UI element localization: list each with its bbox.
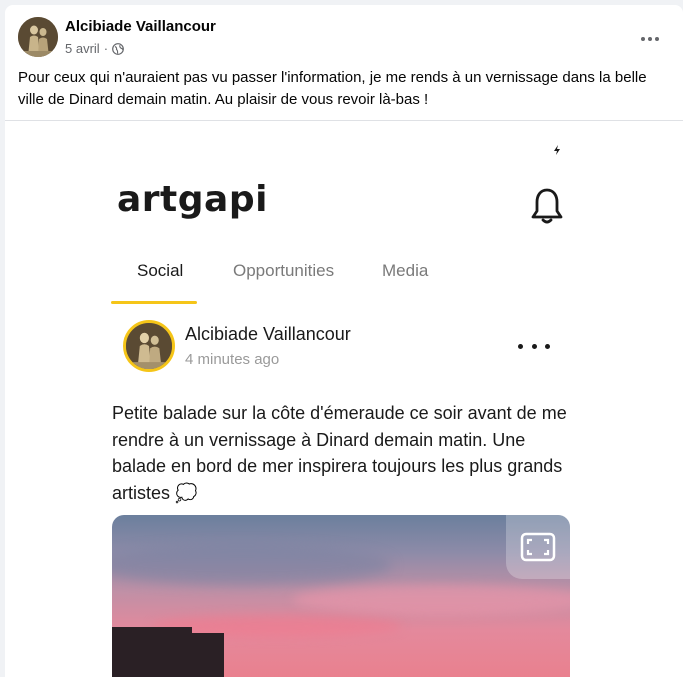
author-name[interactable]: Alcibiade Vaillancour — [65, 18, 216, 35]
globe-icon[interactable] — [112, 42, 124, 55]
more-horizontal-icon — [641, 37, 645, 41]
statue-image — [18, 17, 58, 57]
meta-separator: · — [103, 41, 109, 56]
sunset-photo — [112, 515, 570, 677]
tab-media: Media — [382, 261, 429, 280]
building-silhouette — [112, 627, 224, 677]
shared-screenshot[interactable]: artgapi Social Opportunities Media Alcib… — [5, 121, 683, 677]
statue-image — [126, 323, 172, 369]
app-author-avatar — [123, 320, 175, 372]
app-post-text: Petite balade sur la côte d'émeraude ce … — [112, 403, 567, 503]
post-header: Alcibiade Vaillancour 5 avril · — [18, 17, 668, 61]
tab-opportunities: Opportunities — [233, 261, 335, 280]
flash-icon — [554, 145, 560, 155]
more-horizontal-icon — [518, 344, 550, 352]
app-post-time: 4 minutes ago — [185, 351, 280, 368]
app-author-name: Alcibiade Vaillancour — [185, 324, 351, 344]
author-avatar[interactable] — [18, 17, 58, 57]
post-meta: 5 avril · — [65, 41, 124, 56]
facebook-post: Alcibiade Vaillancour 5 avril · Pour ceu… — [5, 5, 683, 677]
expand-button — [506, 515, 570, 579]
app-tabs: Social Opportunities Media — [111, 261, 451, 305]
post-date[interactable]: 5 avril — [65, 41, 100, 56]
app-logo: artgapi — [117, 179, 268, 220]
tab-social: Social — [137, 261, 184, 280]
more-options-button[interactable] — [632, 21, 668, 57]
post-text: Pour ceux qui n'auraient pas vu passer l… — [18, 69, 647, 108]
expand-icon — [520, 532, 556, 562]
bell-icon — [531, 188, 563, 224]
active-tab-indicator — [111, 301, 197, 304]
